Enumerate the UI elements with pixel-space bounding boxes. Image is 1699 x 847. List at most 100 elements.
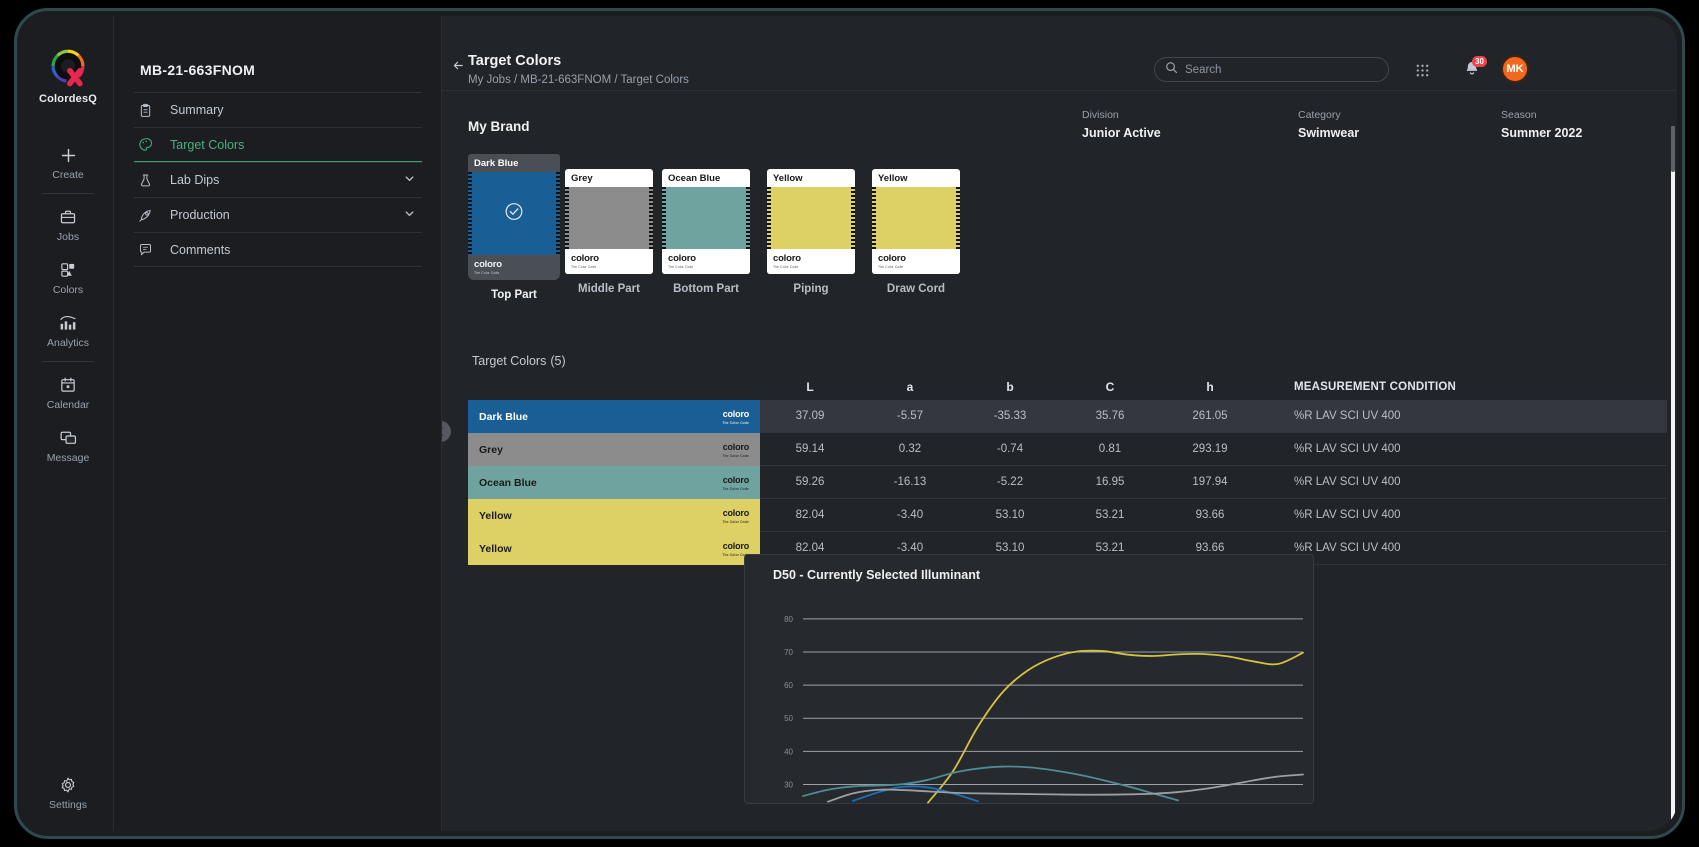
swatch-card-name: Yellow xyxy=(878,173,908,184)
table-header-measurement-condition[interactable]: MEASUREMENT CONDITION xyxy=(1260,381,1456,393)
row-color-name: Ocean Blue xyxy=(479,476,537,489)
table-row[interactable]: Grey coloro The Color Code 59.14 0.32 -0… xyxy=(468,433,1667,466)
brand-name: My Brand xyxy=(468,119,530,134)
notifications-button[interactable]: 30 xyxy=(1463,56,1487,83)
table-header-h[interactable]: h xyxy=(1160,380,1260,394)
coloro-logo-text: coloro xyxy=(722,475,750,485)
rail-item-message[interactable]: Message xyxy=(22,427,114,464)
spectral-chart[interactable]: 30 40 50 60 70 80 xyxy=(745,595,1315,805)
rail-divider-2 xyxy=(42,361,94,362)
swatch-part-label: Top Part xyxy=(491,289,537,301)
coloro-logo-text: coloro xyxy=(722,541,750,551)
rail-divider-1 xyxy=(42,193,94,194)
plus-icon xyxy=(22,144,114,166)
swatch-edge-left xyxy=(662,187,666,249)
sidebar-item-target-colors[interactable]: Target Colors xyxy=(134,127,422,162)
sidebar-label-lab-dips: Lab Dips xyxy=(170,173,220,187)
sidebar-item-lab-dips[interactable]: Lab Dips xyxy=(134,162,422,197)
sidebar-item-production[interactable]: Production xyxy=(134,197,422,232)
swatch-card-draw-cord[interactable]: Yellow coloro The Color Code Draw Cord xyxy=(872,169,960,295)
breadcrumb: My Jobs / MB-21-663FNOM / Target Colors xyxy=(468,74,689,86)
table-header-a[interactable]: a xyxy=(860,380,960,394)
coloro-logo-text: coloro xyxy=(722,508,750,518)
rail-item-settings[interactable]: Settings xyxy=(22,774,114,811)
swatch-edge-left xyxy=(565,187,569,249)
sidebar-item-comments[interactable]: Comments xyxy=(134,232,422,267)
main-content: Target Colors My Jobs / MB-21-663FNOM / … xyxy=(442,16,1677,831)
chevron-down-icon[interactable] xyxy=(403,172,416,188)
table-title: Target Colors (5) xyxy=(468,354,566,368)
coloro-logo-text: coloro xyxy=(474,259,502,270)
rail-item-jobs[interactable]: Jobs xyxy=(22,206,114,243)
sidebar-item-summary[interactable]: Summary xyxy=(134,92,422,127)
chart-y-tick-label: 80 xyxy=(784,615,793,624)
app-logo[interactable]: ColordesQ xyxy=(22,46,114,105)
row-color-chip: Yellow coloro The Color Code xyxy=(468,499,760,532)
cell-condition: %R LAV SCI UV 400 xyxy=(1294,443,1401,455)
coloro-sub-text: The Color Code xyxy=(722,520,749,524)
collapse-panel-button[interactable] xyxy=(442,421,451,442)
scrollbar-track[interactable] xyxy=(1671,126,1675,827)
row-color-chip: Yellow coloro The Color Code xyxy=(468,532,760,565)
coloro-logo-text: coloro xyxy=(722,442,750,452)
calendar-icon xyxy=(22,374,114,396)
swatch-edge-right xyxy=(956,187,960,249)
coloro-sub-text: The Color Code xyxy=(878,265,904,269)
table-row[interactable]: Yellow coloro The Color Code 82.04 -3.40… xyxy=(468,499,1667,532)
swatch-card-middle-part[interactable]: Grey coloro The Color Code Middle Part xyxy=(565,169,653,295)
rail-item-calendar[interactable]: Calendar xyxy=(22,374,114,411)
comment-icon xyxy=(134,242,170,257)
back-arrow-icon[interactable] xyxy=(452,59,465,77)
avatar[interactable]: MK xyxy=(1501,55,1529,83)
rail-item-analytics[interactable]: Analytics xyxy=(22,312,114,349)
search-input[interactable] xyxy=(1185,63,1365,76)
rail-label-message: Message xyxy=(46,452,90,464)
scrollbar-thumb[interactable] xyxy=(1671,126,1675,172)
table-title-text: Target Colors xyxy=(472,354,547,368)
rail-item-colors[interactable]: Colors xyxy=(22,259,114,296)
table-row[interactable]: Ocean Blue coloro The Color Code 59.26 -… xyxy=(468,466,1667,499)
job-sidebar-menu: Summary Target Colors Lab Dips Productio… xyxy=(134,92,422,267)
coloro-logo-icon: coloro The Color Code xyxy=(722,441,749,458)
target-colors-table: L a b C h MEASUREMENT CONDITION Dark Blu… xyxy=(468,374,1667,565)
cell-condition: %R LAV SCI UV 400 xyxy=(1294,410,1401,422)
swatch-card-name: Ocean Blue xyxy=(668,173,721,184)
swatch-card-name: Grey xyxy=(571,173,593,184)
cell-h: 93.66 xyxy=(1195,542,1225,554)
cell-h: 93.66 xyxy=(1195,509,1225,521)
swatch-card-top-part[interactable]: Dark Blue coloro The Color Code Top Part xyxy=(468,154,560,301)
cell-h: 261.05 xyxy=(1192,410,1228,422)
cell-a: 0.32 xyxy=(898,443,922,455)
row-color-chip: Grey coloro The Color Code xyxy=(468,433,760,466)
chevron-down-icon[interactable] xyxy=(403,207,416,223)
page-title: Target Colors xyxy=(468,53,562,69)
selected-check-icon xyxy=(504,201,524,226)
coloro-sub-text: The Color Code xyxy=(722,421,749,425)
job-sidebar: MB-21-663FNOM Summary Target Colors Lab … xyxy=(114,16,442,831)
table-header-L[interactable]: L xyxy=(760,380,860,394)
search-box[interactable] xyxy=(1154,57,1389,82)
flask-icon xyxy=(134,173,170,188)
cell-b: -5.22 xyxy=(996,476,1024,488)
swatch-card-bottom-part[interactable]: Ocean Blue coloro The Color Code Bottom … xyxy=(662,169,750,295)
rail-label-calendar: Calendar xyxy=(46,399,90,411)
table-row[interactable]: Dark Blue coloro The Color Code 37.09 -5… xyxy=(468,400,1667,433)
rail-item-create[interactable]: Create xyxy=(22,144,114,181)
meta-value-division: Junior Active xyxy=(1082,126,1161,140)
coloro-logo-icon: coloro The Color Code xyxy=(722,507,749,524)
row-color-chip: Dark Blue coloro The Color Code xyxy=(468,400,760,433)
table-header-C[interactable]: C xyxy=(1060,380,1160,394)
meta-value-season: Summer 2022 xyxy=(1501,126,1583,140)
cell-L: 59.26 xyxy=(795,476,825,488)
swatch-card-piping[interactable]: Yellow coloro The Color Code Piping xyxy=(767,169,855,295)
app-logo-text: ColordesQ xyxy=(38,93,98,105)
cell-C: 53.21 xyxy=(1095,542,1125,554)
swatch-edge-right xyxy=(851,187,855,249)
gear-icon xyxy=(22,774,114,796)
swatch-edge-right xyxy=(649,187,653,249)
meta-season: Season Summer 2022 xyxy=(1501,109,1582,140)
row-color-name: Yellow xyxy=(479,542,512,555)
table-header-b[interactable]: b xyxy=(960,380,1060,394)
meta-label-season: Season xyxy=(1501,109,1537,121)
apps-grid-icon[interactable] xyxy=(1415,63,1430,83)
